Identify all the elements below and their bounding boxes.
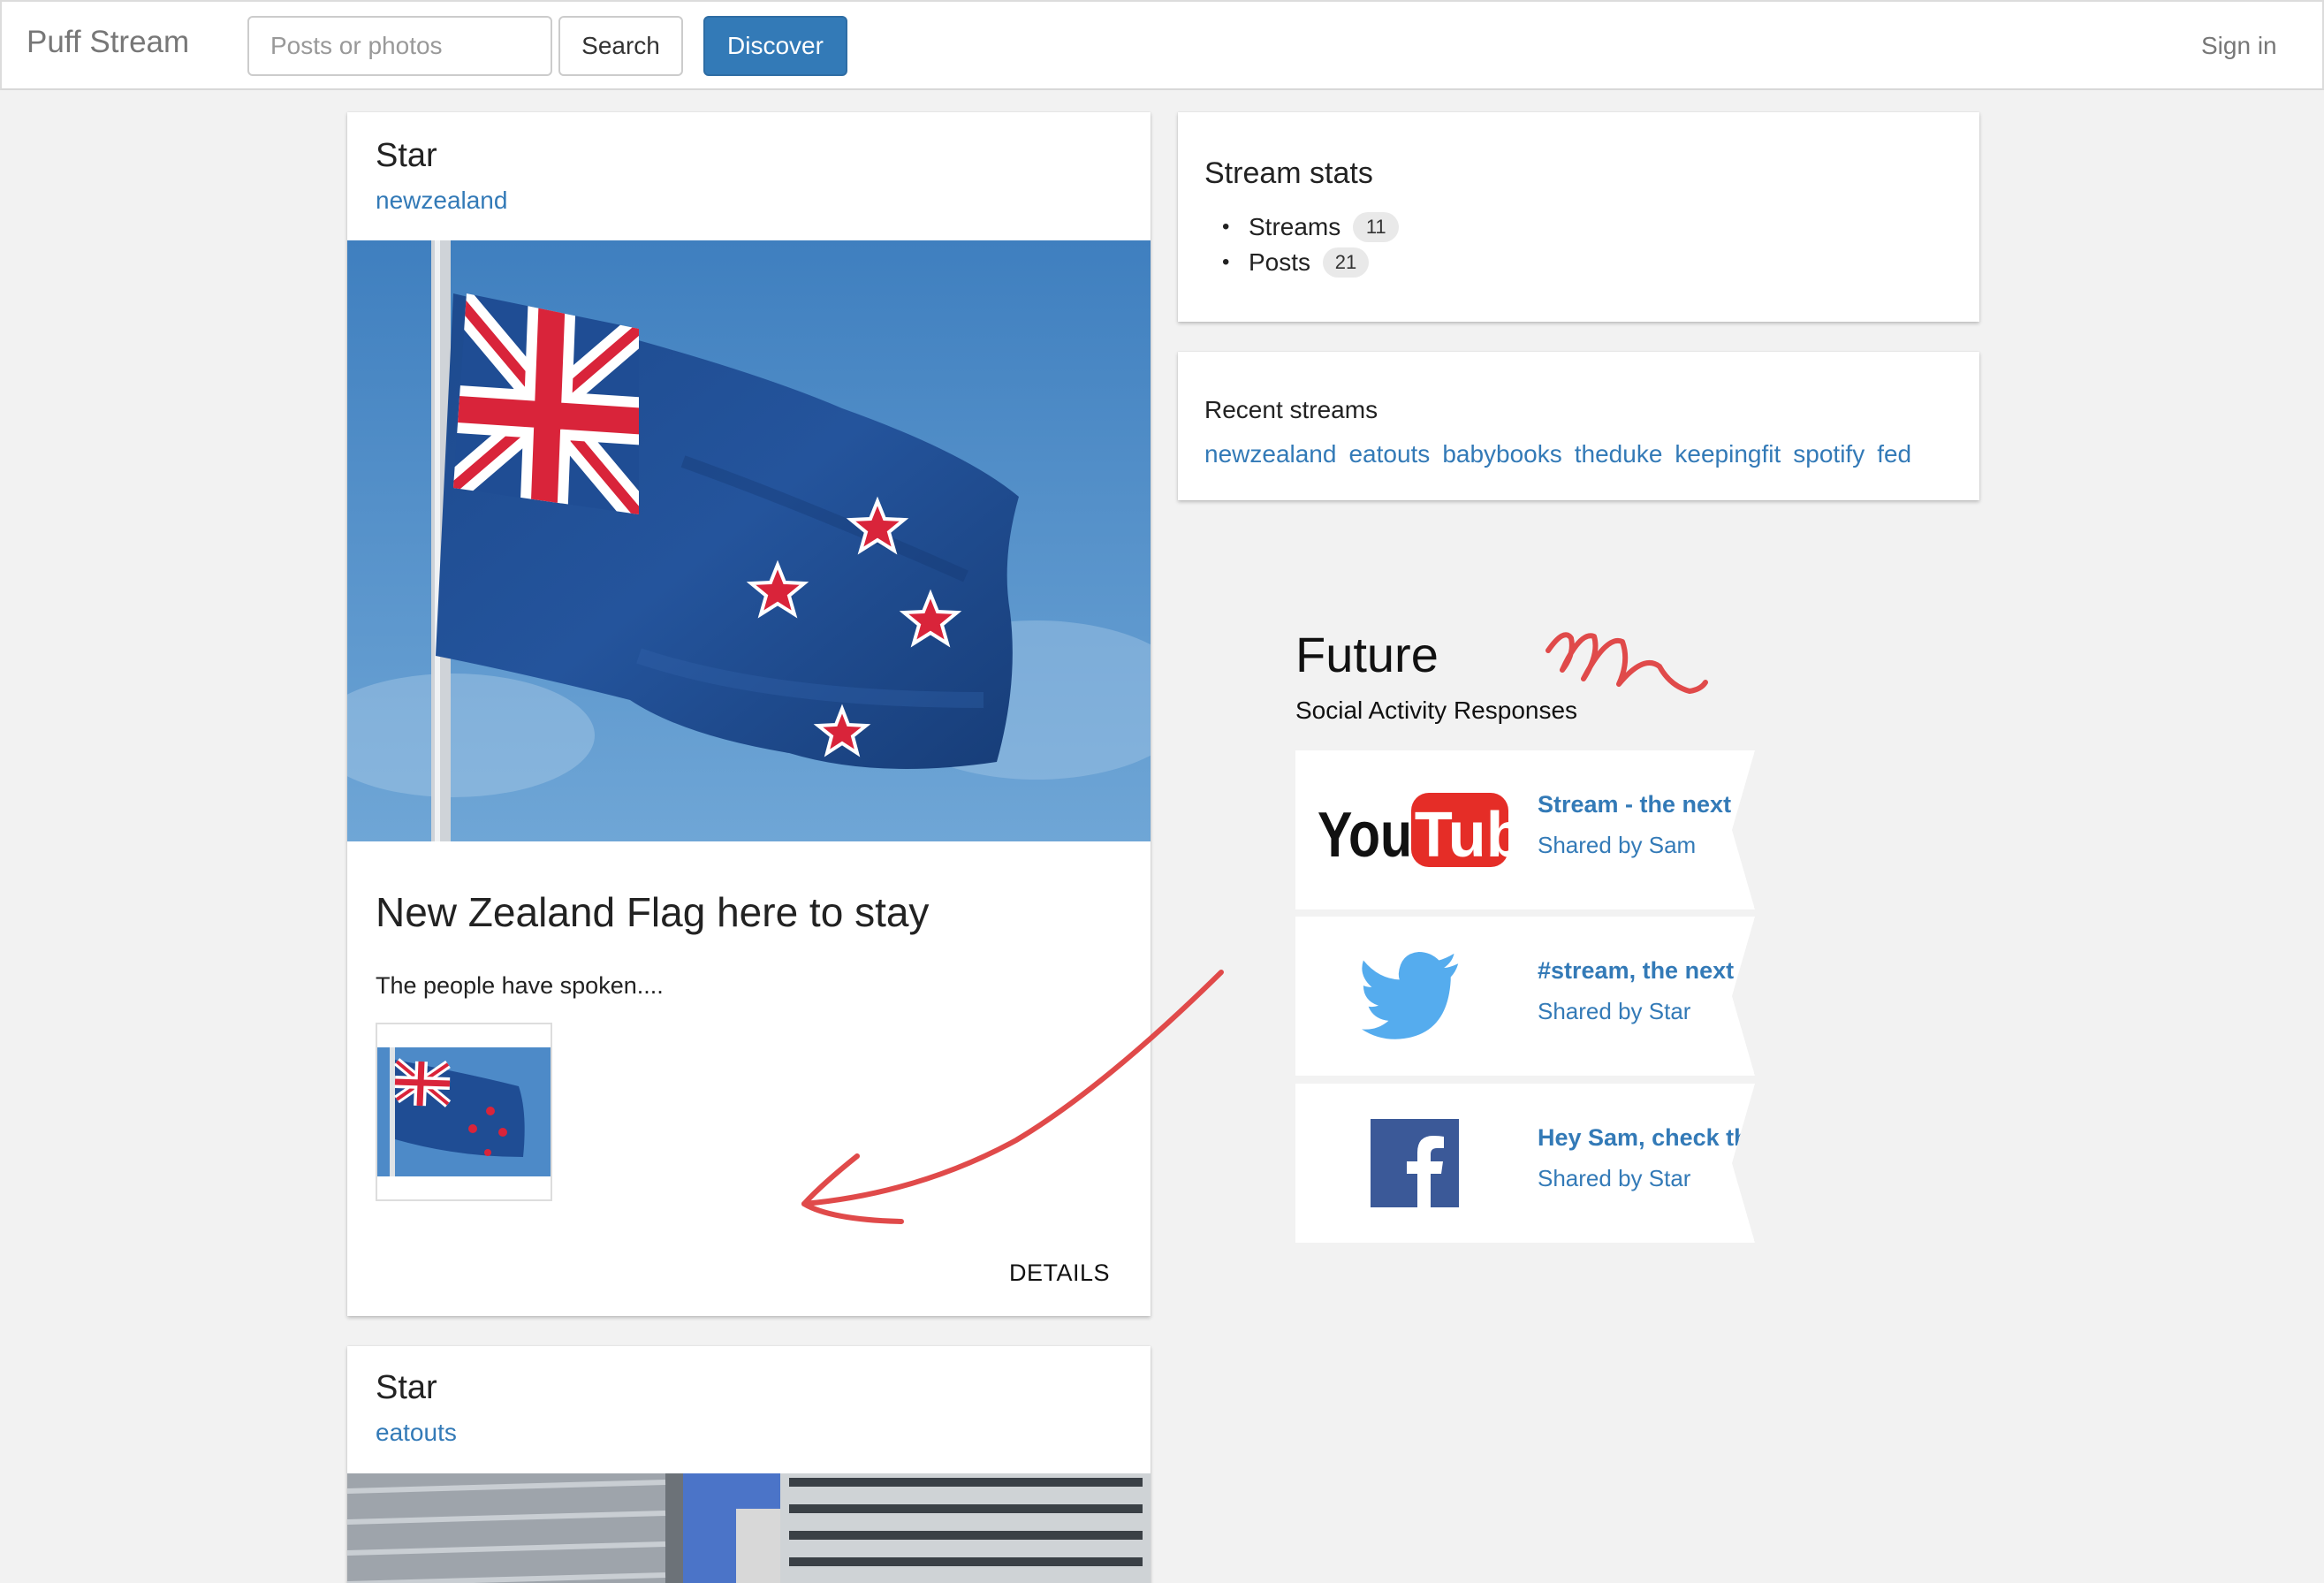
top-navbar: Puff Stream Search Discover Sign in [0,0,2324,90]
annotation-arrow [801,970,1224,1224]
stats-item-streams: Streams 11 [1222,209,1400,245]
social-response-author: Shared by Sam [1538,832,1697,858]
post-card: Star eatouts [347,1346,1151,1583]
youtube-logo: You Tube [1313,750,1516,909]
twitter-bird-icon [1313,917,1516,1076]
squiggle-doodle [1546,632,1708,694]
recent-stream-link[interactable]: newzealand [1204,440,1336,468]
post-image[interactable] [347,1473,1151,1583]
post-stream-link[interactable]: newzealand [376,186,507,215]
social-response-title: Stream - the next [1538,791,1732,818]
stream-stats-title: Stream stats [1204,156,1373,190]
stats-item-posts: Posts 21 [1222,245,1399,280]
search-button[interactable]: Search [558,16,683,76]
future-heading: Future [1295,627,1439,682]
social-response-card-youtube[interactable]: You Tube Stream - the next Shared by Sam [1295,750,1755,909]
post-author: Star [376,137,437,174]
search-input[interactable] [247,16,552,76]
future-subheading: Social Activity Responses [1295,696,1578,724]
stats-item-label: Posts [1249,248,1311,276]
post-title: New Zealand Flag here to stay [376,889,930,935]
nz-flag-photo [347,240,1151,841]
recent-streams-list: newzealand eatouts babybooks theduke kee… [1204,440,1911,468]
social-response-title: #stream, the next big [1538,957,1755,984]
social-response-author: Shared by Star [1538,998,1691,1024]
post-image[interactable] [347,240,1151,841]
svg-text:Tube: Tube [1415,799,1512,871]
recent-stream-link[interactable]: fed [1877,440,1911,468]
recent-stream-link[interactable]: theduke [1575,440,1663,468]
brand-logo[interactable]: Puff Stream [27,25,189,60]
social-response-author: Shared by Star [1538,1165,1691,1191]
post-body: The people have spoken.... [376,972,664,999]
recent-stream-link[interactable]: babybooks [1442,440,1561,468]
streams-count-badge: 11 [1353,212,1400,242]
post-thumbnail[interactable] [376,1023,552,1201]
nz-flag-thumbnail [377,1047,551,1176]
social-response-title: Hey Sam, check this [1538,1124,1755,1151]
post-stream-link[interactable]: eatouts [376,1419,457,1447]
recent-streams-panel: Recent streams newzealand eatouts babybo… [1178,352,1979,500]
recent-stream-link[interactable]: eatouts [1348,440,1430,468]
recent-streams-title: Recent streams [1204,396,1378,423]
facebook-icon [1313,1084,1516,1243]
social-response-card-facebook[interactable]: Hey Sam, check this Shared by Star [1295,1084,1755,1243]
posts-count-badge: 21 [1323,247,1370,278]
stream-stats-panel: Stream stats Streams 11 Posts 21 [1178,112,1979,322]
post-author: Star [376,1369,437,1406]
recent-stream-link[interactable]: spotify [1793,440,1865,468]
discover-button[interactable]: Discover [703,16,847,76]
buildings-photo [347,1473,1151,1583]
details-button[interactable]: DETAILS [1009,1260,1110,1287]
social-response-card-twitter[interactable]: #stream, the next big Shared by Star [1295,917,1755,1076]
stats-item-label: Streams [1249,213,1341,240]
stats-list: Streams 11 Posts 21 [1222,209,1400,280]
recent-stream-link[interactable]: keepingfit [1675,440,1781,468]
sign-in-link[interactable]: Sign in [2201,32,2277,60]
svg-text:You: You [1318,798,1412,870]
